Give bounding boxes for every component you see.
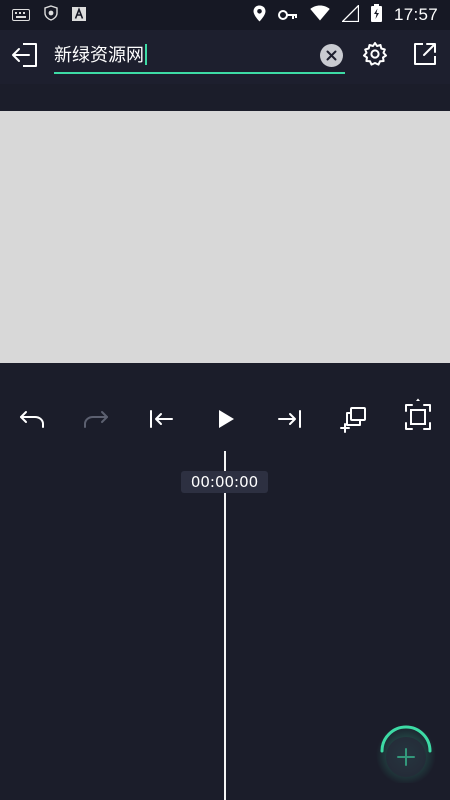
- project-title-text: 新绿资源网: [54, 44, 147, 67]
- project-title-field[interactable]: 新绿资源网: [54, 40, 345, 74]
- exit-button[interactable]: [10, 42, 40, 72]
- clear-x-icon: [326, 46, 337, 65]
- battery-icon: [370, 4, 382, 26]
- undo-button[interactable]: [16, 405, 48, 437]
- clear-title-button[interactable]: [320, 44, 343, 67]
- fullscreen-icon: [404, 397, 432, 439]
- status-right: 17:57: [241, 3, 438, 26]
- wifi-icon: [310, 5, 330, 25]
- jump-to-start-button[interactable]: [145, 405, 177, 437]
- signal-icon: [340, 3, 360, 26]
- add-layer-icon: [340, 405, 368, 437]
- key-icon: [277, 6, 298, 25]
- location-icon: [253, 5, 266, 26]
- play-button[interactable]: [210, 405, 242, 437]
- settings-button[interactable]: [361, 42, 389, 70]
- a-app-icon: [72, 6, 86, 25]
- redo-icon: [82, 409, 110, 433]
- export-button[interactable]: [411, 42, 439, 70]
- jump-to-end-button[interactable]: [274, 405, 306, 437]
- status-time: 17:57: [393, 5, 438, 24]
- playback-toolbar: [0, 393, 450, 449]
- playhead-line[interactable]: [224, 451, 226, 800]
- fullscreen-button[interactable]: [402, 397, 434, 439]
- undo-icon: [18, 409, 46, 433]
- gear-icon: [362, 41, 388, 71]
- shield-icon: [44, 5, 58, 25]
- skip-end-icon: [277, 409, 303, 433]
- header-spacer: [0, 84, 450, 111]
- video-preview-canvas[interactable]: [0, 111, 450, 363]
- video-editor-screen: 17:57 新绿资源网 00:00:00: [0, 0, 450, 800]
- exit-arrow-icon: [11, 42, 39, 72]
- status-bar: 17:57: [0, 0, 450, 30]
- editor-header: 新绿资源网: [0, 30, 450, 84]
- add-media-fab[interactable]: [376, 723, 436, 785]
- project-title-value: 新绿资源网: [54, 45, 144, 66]
- skip-start-icon: [148, 409, 174, 433]
- add-media-fab-graphic: [376, 725, 436, 785]
- timecode-label: 00:00:00: [181, 471, 268, 493]
- preview-spacer: [0, 363, 450, 393]
- redo-button[interactable]: [80, 405, 112, 437]
- play-icon: [217, 409, 235, 433]
- status-left: [12, 5, 100, 25]
- add-layer-button[interactable]: [338, 405, 370, 437]
- keyboard-icon: [12, 6, 30, 25]
- text-caret: [145, 44, 147, 65]
- export-icon: [412, 41, 438, 71]
